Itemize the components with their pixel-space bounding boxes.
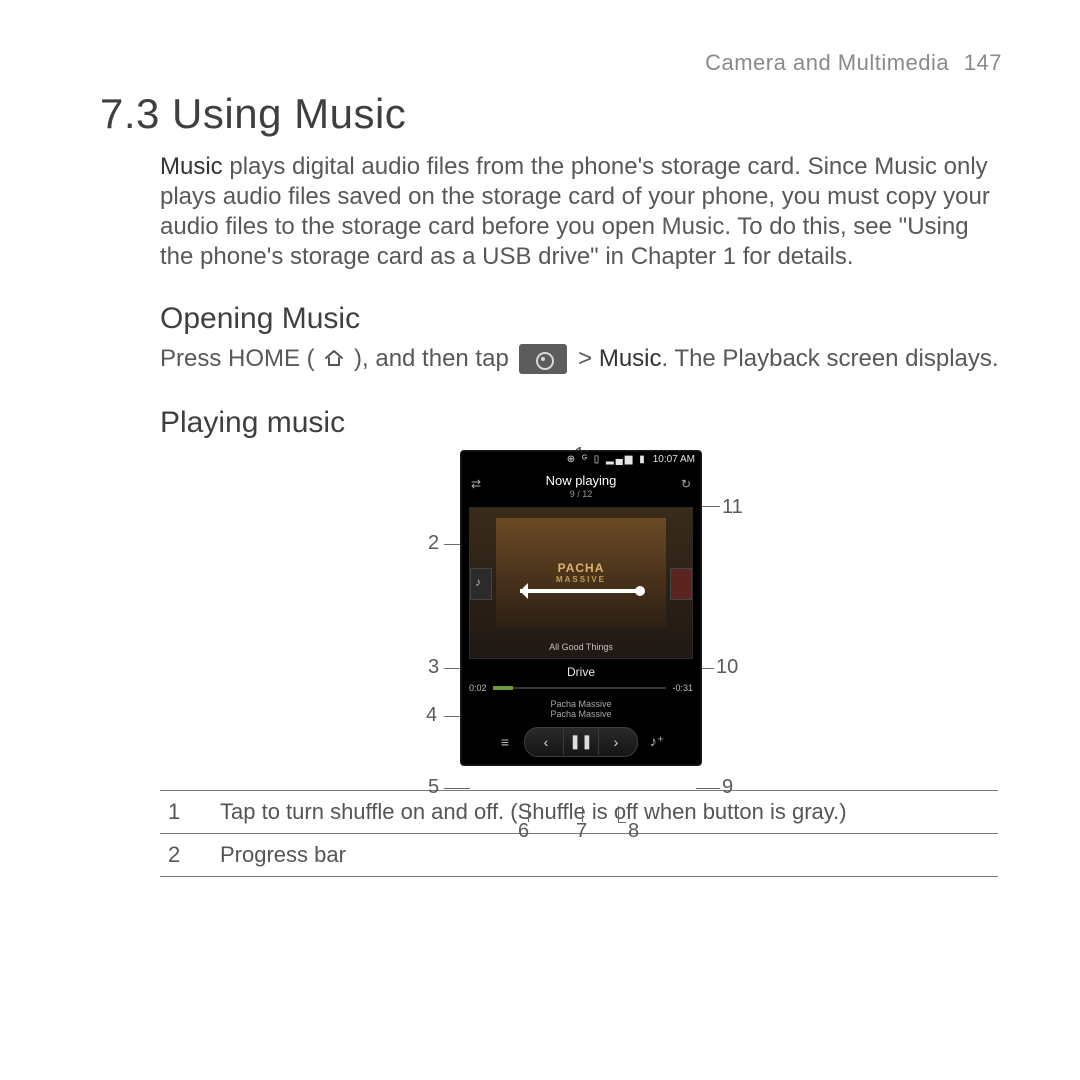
playback-figure: 1 2 3 4 5 6 7 8 9 10 11 <box>396 450 766 766</box>
opening-music-heading: Opening Music <box>160 302 1002 336</box>
home-icon <box>323 344 345 378</box>
prev-button[interactable]: ‹ <box>529 729 563 755</box>
swipe-arrow-icon <box>520 589 642 593</box>
running-header: Camera and Multimedia 147 <box>100 50 1002 76</box>
track-counter: 9 / 12 <box>461 489 701 499</box>
time-remaining: -0:31 <box>672 683 693 693</box>
status-icons: ⊕ ᴳ ▯ ▂▄▆ ▮ <box>567 454 647 465</box>
playlist-button[interactable]: ≡ <box>492 729 518 755</box>
progress-row: 0:02 -0:31 <box>461 681 701 699</box>
legend-text: Tap to turn shuffle on and off. (Shuffle… <box>220 799 998 825</box>
status-time: 10:07 AM <box>653 454 695 465</box>
leader-5 <box>444 788 470 789</box>
track-info: Drive <box>461 659 701 681</box>
section-body: Music plays digital audio files from the… <box>160 152 1002 766</box>
callout-6: 6 <box>518 820 529 843</box>
playing-music-heading: Playing music <box>160 406 1002 440</box>
leader-6v <box>528 806 529 822</box>
intro-paragraph: Music plays digital audio files from the… <box>160 152 1002 272</box>
next-album-thumb[interactable] <box>670 568 692 600</box>
manual-page: Camera and Multimedia 147 7.3 Using Musi… <box>0 0 1080 1080</box>
leader-8v <box>618 806 619 822</box>
music-label: Music <box>599 345 662 372</box>
opening-close-paren: ), and then tap <box>354 345 515 372</box>
opening-press: Press HOME ( <box>160 345 321 372</box>
track-title: Drive <box>461 665 701 679</box>
callout-3: 3 <box>428 656 439 679</box>
album-art-area[interactable]: PACHA MASSIVE All Good Things <box>469 507 693 659</box>
gt: > <box>578 345 599 372</box>
status-bar: ⊕ ᴳ ▯ ▂▄▆ ▮ 10:07 AM <box>461 451 701 469</box>
repeat-icon[interactable]: ↻ <box>677 475 695 493</box>
time-elapsed: 0:02 <box>469 683 487 693</box>
callout-10: 10 <box>716 656 738 679</box>
album-art: PACHA MASSIVE <box>496 518 666 628</box>
legend-num: 1 <box>160 799 220 825</box>
transport-pill: ‹ ❚❚ › <box>524 727 638 757</box>
callout-4: 4 <box>426 704 437 727</box>
artist-name: Pacha Massive <box>461 699 701 709</box>
cover-line2: MASSIVE <box>556 575 606 584</box>
legend-text: Progress bar <box>220 842 998 868</box>
callout-2: 2 <box>428 532 439 555</box>
callout-8: 8 <box>628 820 639 843</box>
phone-mock: ⊕ ᴳ ▯ ▂▄▆ ▮ 10:07 AM ⇄ Now playing 9 / 1… <box>460 450 702 766</box>
play-pause-button[interactable]: ❚❚ <box>563 729 598 755</box>
leader-9 <box>696 788 720 789</box>
progress-bar[interactable] <box>493 687 667 689</box>
now-playing-header: ⇄ Now playing 9 / 12 ↻ <box>461 469 701 503</box>
artist-info: Pacha Massive Pacha Massive <box>461 699 701 721</box>
app-launcher-icon <box>519 344 567 374</box>
leader-7 <box>582 806 583 822</box>
playback-controls: ≡ ‹ ❚❚ › ♪⁺ <box>461 721 701 765</box>
shuffle-icon[interactable]: ⇄ <box>467 475 485 493</box>
callout-11: 11 <box>722 496 743 519</box>
section-title: 7.3 Using Music <box>100 90 1002 138</box>
cover-line1: PACHA <box>558 561 605 575</box>
opening-music-text: Press HOME ( ), and then tap > Music. Th… <box>160 342 1002 378</box>
callout-7: 7 <box>576 820 587 843</box>
legend-num: 2 <box>160 842 220 868</box>
opening-tail: . The Playback screen displays. <box>662 345 999 372</box>
chapter-name: Camera and Multimedia <box>705 50 949 75</box>
callout-9: 9 <box>722 776 733 799</box>
prev-album-thumb[interactable] <box>470 568 492 600</box>
leader-8h <box>618 822 626 823</box>
callout-5: 5 <box>428 776 439 799</box>
intro-rest: plays digital audio files from the phone… <box>160 153 990 270</box>
cover-caption: All Good Things <box>470 642 692 652</box>
intro-lead: Music <box>160 153 223 180</box>
library-button[interactable]: ♪⁺ <box>644 729 670 755</box>
next-button[interactable]: › <box>598 729 633 755</box>
album-name: Pacha Massive <box>461 709 701 719</box>
now-playing-title: Now playing <box>461 473 701 488</box>
page-number: 147 <box>964 50 1002 75</box>
